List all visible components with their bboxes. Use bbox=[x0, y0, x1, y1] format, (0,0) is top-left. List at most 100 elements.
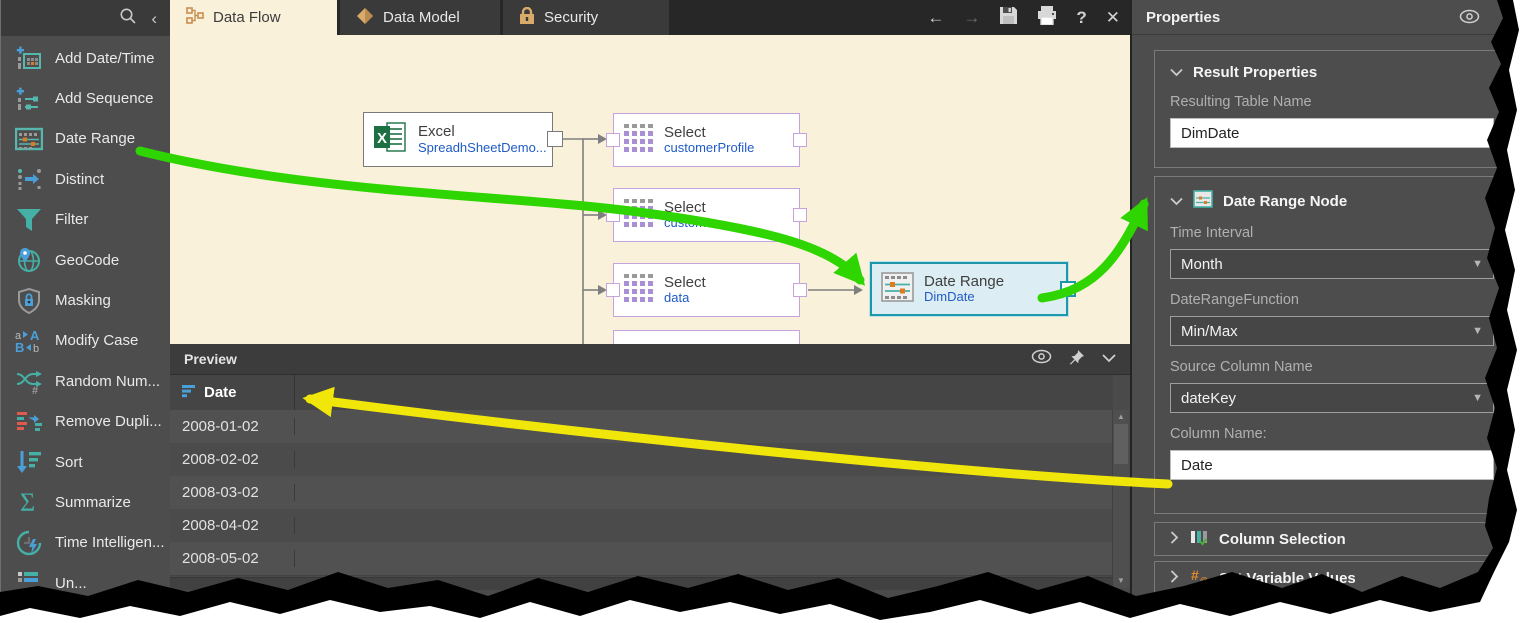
svg-text:A: A bbox=[30, 328, 40, 343]
sidebar-item-add-sequence[interactable]: Add Sequence bbox=[1, 78, 171, 118]
save-icon[interactable] bbox=[999, 6, 1018, 30]
field-label: DateRangeFunction bbox=[1170, 292, 1494, 308]
print-icon[interactable] bbox=[1037, 6, 1057, 30]
node-subtitle: SpreadhSheetDemo... bbox=[418, 141, 547, 156]
output-port[interactable] bbox=[793, 283, 807, 297]
node-select-customerprofile[interactable]: SelectcustomerProfile bbox=[613, 113, 800, 167]
sidebar-item-summarize[interactable]: Σ Summarize bbox=[1, 482, 171, 522]
input-port[interactable] bbox=[606, 133, 620, 147]
input-port[interactable] bbox=[606, 208, 620, 222]
section-header-date-range-node[interactable]: Date Range Node bbox=[1170, 190, 1494, 212]
section-header-column-selection[interactable]: Column Selection bbox=[1154, 522, 1510, 556]
sidebar-item-label: Sort bbox=[55, 454, 83, 471]
sidebar-item-label: GeoCode bbox=[55, 252, 119, 269]
output-port[interactable] bbox=[1060, 281, 1076, 297]
sidebar-item-label: Time Intelligen... bbox=[55, 534, 165, 551]
undo-back-button[interactable]: ← bbox=[927, 9, 944, 26]
node-subtitle: customer... bbox=[664, 216, 728, 231]
section-title: Result Properties bbox=[1193, 64, 1317, 81]
eye-icon[interactable] bbox=[1031, 349, 1052, 369]
preview-panel: Preview Date 2008-01-02 2008-02-02 2008-… bbox=[170, 344, 1130, 600]
node-date-range-dimdate[interactable]: Date RangeDimDate bbox=[870, 262, 1068, 316]
redo-forward-button[interactable]: → bbox=[963, 9, 980, 26]
node-select-data[interactable]: Selectdata bbox=[613, 263, 800, 317]
tab-data-flow[interactable]: Data Flow bbox=[170, 0, 337, 35]
table-cell-date: 2008-02-02 bbox=[170, 451, 295, 468]
section-header-result-properties[interactable]: Result Properties bbox=[1170, 64, 1494, 81]
date-range-icon bbox=[14, 125, 44, 153]
scrollbar-thumb[interactable] bbox=[1114, 424, 1128, 464]
source-column-name-dropdown[interactable]: dateKey ▼ bbox=[1170, 383, 1494, 413]
output-port[interactable] bbox=[793, 133, 807, 147]
chevron-down-icon bbox=[1170, 64, 1183, 81]
search-icon[interactable] bbox=[119, 7, 137, 30]
section-result-properties: Result Properties Resulting Table Name bbox=[1154, 50, 1510, 168]
dropdown-value: Min/Max bbox=[1181, 323, 1238, 340]
column-header-date[interactable]: Date bbox=[170, 375, 295, 410]
column-name-input[interactable] bbox=[1170, 450, 1494, 480]
node-excel-source[interactable]: X ExcelSpreadhSheetDemo... bbox=[363, 112, 553, 167]
sidebar-item-distinct[interactable]: Distinct bbox=[1, 159, 171, 199]
sidebar-item-label: Remove Dupli... bbox=[55, 413, 162, 430]
sidebar-item-date-range[interactable]: Date Range bbox=[1, 119, 171, 159]
table-row: 2008-01-02 bbox=[170, 410, 1113, 444]
close-button[interactable]: ✕ bbox=[1106, 9, 1120, 26]
collapse-sidebar-icon[interactable]: ‹ bbox=[151, 10, 157, 27]
table-row: 2008-04-02 bbox=[170, 509, 1113, 543]
sidebar-item-modify-case[interactable]: aABb Modify Case bbox=[1, 321, 171, 361]
tab-data-model[interactable]: Data Model bbox=[340, 0, 500, 35]
sidebar-item-label: Add Date/Time bbox=[55, 50, 155, 67]
sidebar-item-remove-duplicates[interactable]: Remove Dupli... bbox=[1, 402, 171, 442]
node-title: Excel bbox=[418, 123, 547, 140]
properties-panel: Properties Result Properties Resulting T… bbox=[1130, 0, 1530, 623]
tab-label: Data Flow bbox=[213, 9, 281, 26]
select-grid-icon bbox=[623, 273, 655, 308]
input-port[interactable] bbox=[606, 283, 620, 297]
node-select-partial[interactable] bbox=[613, 330, 800, 344]
sidebar-item-geocode[interactable]: GeoCode bbox=[1, 240, 171, 280]
section-title: Set Variable Values bbox=[1219, 570, 1356, 587]
sidebar-item-label: Add Sequence bbox=[55, 90, 153, 107]
geocode-icon bbox=[14, 246, 44, 274]
time-interval-dropdown[interactable]: Month ▼ bbox=[1170, 249, 1494, 279]
scroll-down-icon[interactable]: ▼ bbox=[1113, 574, 1129, 588]
preview-header: Preview bbox=[170, 344, 1130, 375]
sidebar-item-random-number[interactable]: # Random Num... bbox=[1, 361, 171, 401]
node-subtitle: customerProfile bbox=[664, 141, 754, 156]
sidebar-item-masking[interactable]: Masking bbox=[1, 280, 171, 320]
field-label: Source Column Name bbox=[1170, 359, 1494, 375]
section-header-set-variable-values[interactable]: #@ Set Variable Values bbox=[1154, 561, 1510, 595]
sidebar-item-label: Filter bbox=[55, 211, 88, 228]
add-datetime-icon bbox=[14, 44, 44, 72]
sidebar-item-filter[interactable]: Filter bbox=[1, 200, 171, 240]
preview-table-header: Date bbox=[170, 375, 1113, 411]
horizontal-scrollbar[interactable] bbox=[170, 577, 1113, 590]
sidebar-item-unpivot[interactable]: Un... bbox=[1, 563, 171, 603]
window-toolbar: ← → ? ✕ bbox=[927, 0, 1120, 35]
tab-security[interactable]: Security bbox=[503, 0, 669, 35]
output-port[interactable] bbox=[793, 208, 807, 222]
collapse-preview-icon[interactable] bbox=[1102, 350, 1116, 368]
field-label: Column Name: bbox=[1170, 426, 1494, 442]
set-variable-values-icon: #@ bbox=[1190, 567, 1208, 589]
node-select-customer[interactable]: Selectcustomer... bbox=[613, 188, 800, 242]
document-tabbar: Data Flow Data Model Security ← → ? ✕ bbox=[170, 0, 1130, 35]
svg-text:X: X bbox=[377, 130, 387, 147]
vertical-scrollbar[interactable]: ▲ ▼ bbox=[1112, 410, 1129, 588]
data-flow-canvas[interactable]: X ExcelSpreadhSheetDemo... Selectcustome… bbox=[170, 35, 1130, 344]
sidebar-item-time-intelligence[interactable]: Time Intelligen... bbox=[1, 523, 171, 563]
scroll-up-icon[interactable]: ▲ bbox=[1113, 410, 1129, 424]
eye-icon[interactable] bbox=[1459, 9, 1480, 29]
daterangefunction-dropdown[interactable]: Min/Max ▼ bbox=[1170, 316, 1494, 346]
output-port[interactable] bbox=[547, 131, 563, 147]
field-label: Resulting Table Name bbox=[1170, 94, 1494, 110]
properties-title: Properties bbox=[1146, 9, 1220, 26]
sidebar-item-sort[interactable]: Sort bbox=[1, 442, 171, 482]
pin-icon[interactable] bbox=[1069, 349, 1085, 370]
sidebar-item-add-datetime[interactable]: Add Date/Time bbox=[1, 38, 171, 78]
chevron-right-icon bbox=[1170, 531, 1179, 548]
tab-label: Security bbox=[544, 9, 598, 26]
table-cell-date: 2008-04-02 bbox=[170, 517, 295, 534]
resulting-table-name-input[interactable] bbox=[1170, 118, 1494, 148]
help-button[interactable]: ? bbox=[1076, 9, 1086, 26]
